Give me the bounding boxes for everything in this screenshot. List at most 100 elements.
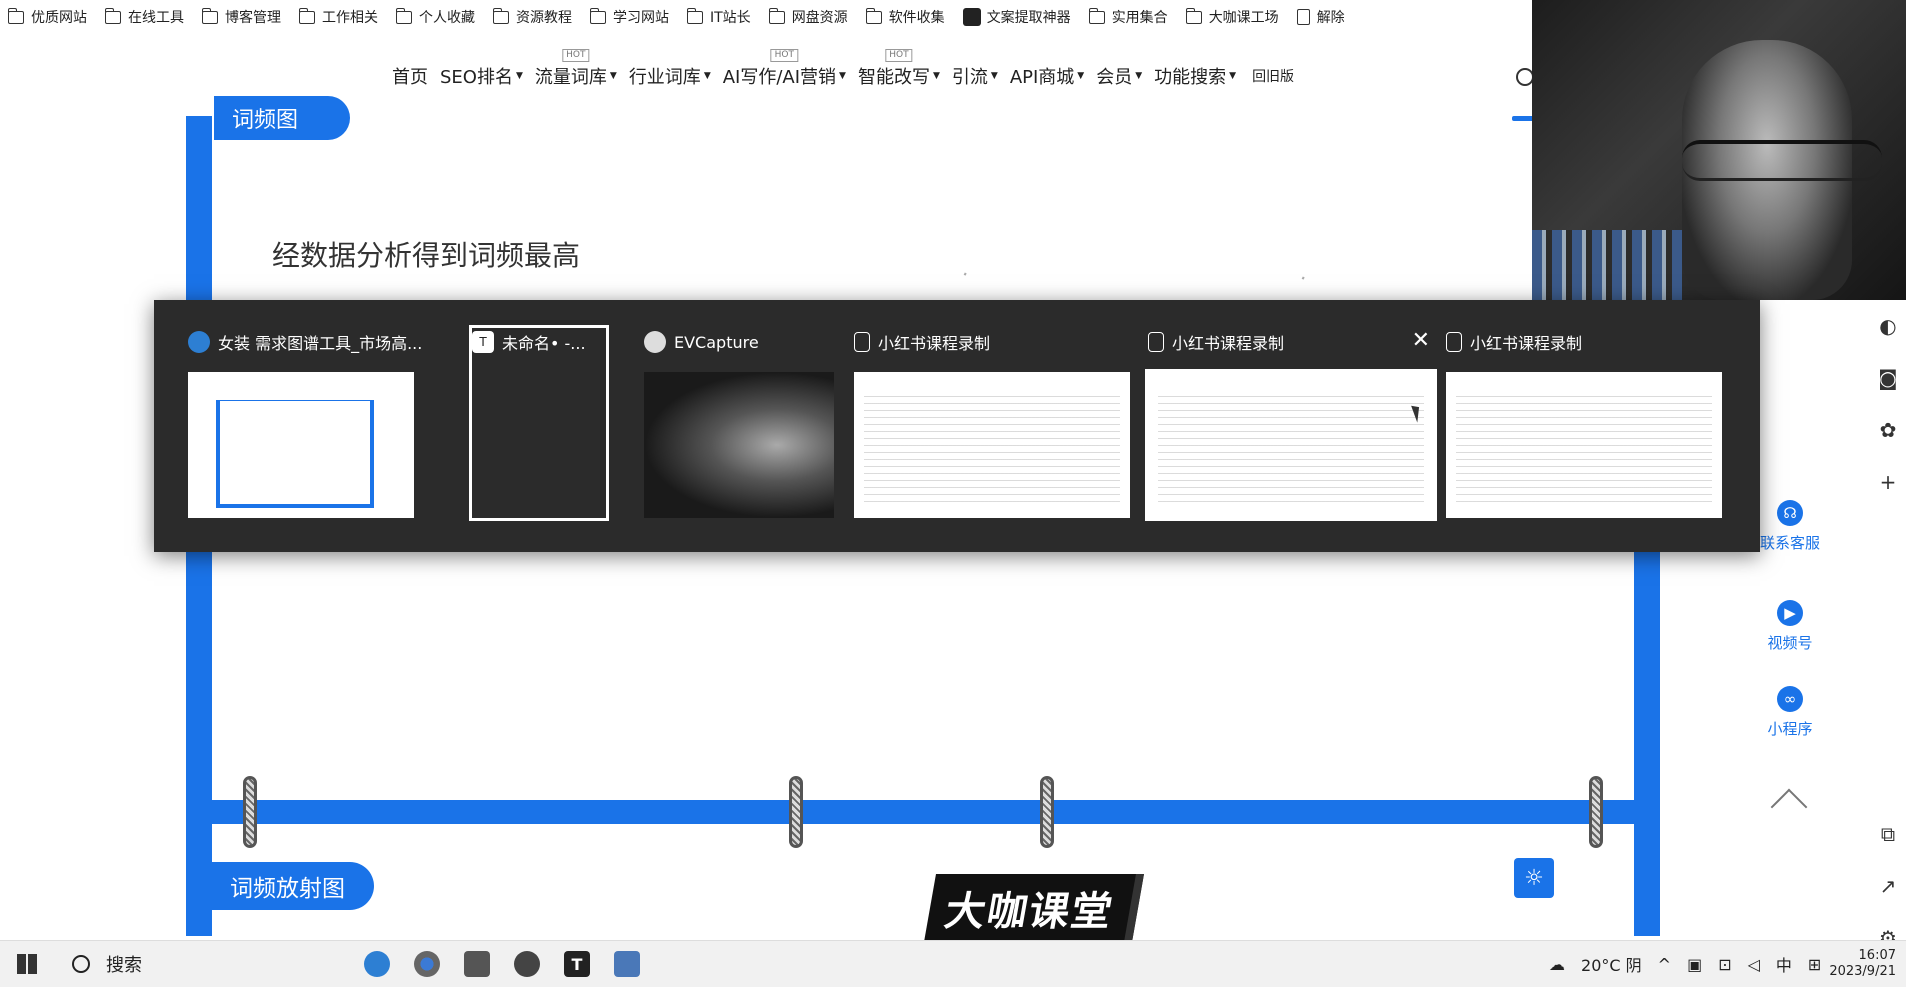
headset-icon: ☊ xyxy=(1777,500,1803,526)
document-icon xyxy=(854,332,870,352)
mini-program-icon: ∞ xyxy=(1777,686,1803,712)
window-title-label: 小红书课程录制 xyxy=(1172,334,1285,353)
document-icon xyxy=(1296,9,1310,25)
taskbar-app-evcapture[interactable] xyxy=(502,941,552,987)
bookmark-label: 文案提取神器 xyxy=(986,10,1071,26)
nav-item-label: API商城 xyxy=(1009,67,1075,88)
window-title-label: 女装 需求图谱工具_市场高... xyxy=(218,334,423,353)
switcher-window[interactable]: T 未命名• -... xyxy=(469,325,609,521)
right-panel-item[interactable]: ▶ 视频号 xyxy=(1750,600,1830,653)
external-link-icon[interactable]: ↗ xyxy=(1870,860,1906,912)
bookmark-item[interactable]: 解除 xyxy=(1289,0,1355,34)
taskbar-search-label: 搜索 xyxy=(106,955,142,976)
right-panel-item[interactable]: ∞ 小程序 xyxy=(1750,686,1830,739)
nav-item[interactable]: 功能搜索 ▼ xyxy=(1154,63,1236,89)
nav-item[interactable]: 流量词库 ▼ HOT xyxy=(535,49,617,89)
switcher-window[interactable]: 女装 需求图谱工具_市场高... xyxy=(188,328,422,518)
nav-item[interactable]: SEO排名 ▼ xyxy=(440,63,523,89)
folder-icon xyxy=(396,7,412,24)
bookmark-item[interactable]: 大咖课工场 xyxy=(1178,0,1289,34)
taskbar-app-typora[interactable]: T xyxy=(552,941,602,987)
presenter-glasses xyxy=(1682,140,1882,181)
tray-grid-icon[interactable]: ⊞ xyxy=(1808,955,1821,974)
bookmark-item[interactable]: 博客管理 xyxy=(194,0,291,34)
folder-icon xyxy=(768,7,785,24)
add-icon[interactable]: + xyxy=(1870,456,1906,508)
close-icon[interactable]: ✕ xyxy=(1412,328,1430,353)
folder-icon xyxy=(1185,7,1202,24)
theme-settings-button[interactable]: ☼ xyxy=(1514,858,1554,898)
windows-icon xyxy=(17,954,37,974)
bookmark-item[interactable]: 个人收藏 xyxy=(388,0,485,34)
taskbar-search[interactable]: 搜索 xyxy=(54,941,352,987)
bookmark-item[interactable]: 软件收集 xyxy=(858,0,955,34)
taskbar-app-files[interactable] xyxy=(602,941,652,987)
bookmark-item[interactable]: 网盘资源 xyxy=(761,0,858,34)
bookmark-item[interactable]: 资源教程 xyxy=(485,0,582,34)
system-tray: ☁ 20°C 阴 ^ ▣ ⊡ ◁ 中 ⊞ 16:07 2023/9/21 xyxy=(1541,941,1906,987)
clock[interactable]: 16:07 2023/9/21 xyxy=(1829,948,1896,980)
back-to-top-icon[interactable] xyxy=(1770,788,1808,826)
nav-item-label: 智能改写 xyxy=(857,67,930,88)
switcher-window[interactable]: EVCapture xyxy=(644,328,834,518)
faded-annotation: · xyxy=(956,261,974,287)
taskbar-app-chrome[interactable] xyxy=(402,941,452,987)
bookmark-item[interactable]: 文案提取神器 xyxy=(955,0,1081,34)
window-thumbnail xyxy=(1446,372,1722,518)
folder-icon xyxy=(590,7,606,24)
bookmark-label: 博客管理 xyxy=(225,10,281,26)
start-button[interactable] xyxy=(0,941,54,987)
tray-network-icon[interactable]: ⊡ xyxy=(1718,955,1731,974)
bookmark-item[interactable]: 在线工具 xyxy=(97,0,194,34)
video-icon: ▶ xyxy=(1777,600,1803,626)
bookmark-item[interactable]: IT站长 xyxy=(679,0,761,34)
tray-expand-icon[interactable]: ^ xyxy=(1658,955,1671,974)
taskbar-app-photos[interactable] xyxy=(452,941,502,987)
nav-item[interactable]: 行业词库 ▼ xyxy=(629,63,711,89)
bookmark-label: 资源教程 xyxy=(516,10,572,26)
outlook-icon[interactable]: ◙ xyxy=(1870,352,1906,404)
window-thumbnail xyxy=(644,372,834,518)
switcher-window[interactable]: 小红书课程录制 ✕ xyxy=(1145,328,1437,521)
taskbar-app-edge-beta[interactable] xyxy=(352,941,402,987)
switcher-window-title: 小红书课程录制 xyxy=(1148,328,1284,356)
nav-item[interactable]: 首页 xyxy=(392,63,428,89)
thumbnail-content xyxy=(216,400,374,508)
input-method-indicator[interactable]: 中 xyxy=(1776,952,1792,976)
tools-icon[interactable]: ✿ xyxy=(1870,404,1906,456)
alt-tab-switcher: 女装 需求图谱工具_市场高... T 未命名• -... EVCapture 小红书课程… xyxy=(154,300,1760,552)
nav-item[interactable]: AI写作/AI营销 ▼ HOT xyxy=(723,49,846,89)
switcher-window-title: EVCapture xyxy=(644,328,759,356)
old-version-link[interactable]: 回旧版 xyxy=(1252,66,1294,86)
nav-item[interactable]: 引流 ▼ xyxy=(952,63,998,89)
switcher-window[interactable]: 小红书课程录制 xyxy=(854,328,1130,518)
bookmark-label: 实用集合 xyxy=(1111,10,1168,26)
nav-item[interactable]: 会员 ▼ xyxy=(1096,63,1142,89)
tray-app-icon[interactable]: ▣ xyxy=(1687,955,1702,974)
nav-item[interactable]: API商城 ▼ xyxy=(1010,63,1084,89)
bookmark-label: 学习网站 xyxy=(613,10,669,26)
taskbar: 搜索 T ☁ 20°C 阴 ^ ▣ ⊡ ◁ 中 ⊞ 16:07 2023/9/2… xyxy=(0,940,1906,987)
nav-item[interactable]: 智能改写 ▼ HOT xyxy=(857,49,940,89)
hot-badge: HOT xyxy=(562,49,590,62)
chevron-down-icon: ▼ xyxy=(1135,71,1143,81)
binder-ring xyxy=(1040,776,1054,848)
copilot-icon[interactable]: ◐ xyxy=(1870,300,1906,352)
bookmark-item[interactable]: 学习网站 xyxy=(582,0,679,34)
evcapture-icon xyxy=(644,331,666,353)
webcam-overlay xyxy=(1532,0,1906,300)
nav-item-label: 引流 xyxy=(951,67,988,88)
right-panel-item[interactable]: ☊ 联系客服 xyxy=(1750,500,1830,553)
hot-badge: HOT xyxy=(770,49,799,62)
folder-icon xyxy=(687,7,703,24)
weather-text[interactable]: 20°C 阴 xyxy=(1581,952,1642,976)
tray-volume-icon[interactable]: ◁ xyxy=(1748,955,1760,974)
weather-icon[interactable]: ☁ xyxy=(1549,955,1565,974)
folder-icon xyxy=(202,7,218,24)
switcher-window[interactable]: 小红书课程录制 xyxy=(1446,328,1722,518)
bookmark-item[interactable]: 工作相关 xyxy=(291,0,388,34)
screenshot-icon[interactable]: ⧉ xyxy=(1870,808,1906,860)
bookmark-item[interactable]: 实用集合 xyxy=(1081,0,1178,34)
window-thumbnail xyxy=(854,372,1130,518)
bookmark-item[interactable]: 优质网站 xyxy=(0,0,97,34)
